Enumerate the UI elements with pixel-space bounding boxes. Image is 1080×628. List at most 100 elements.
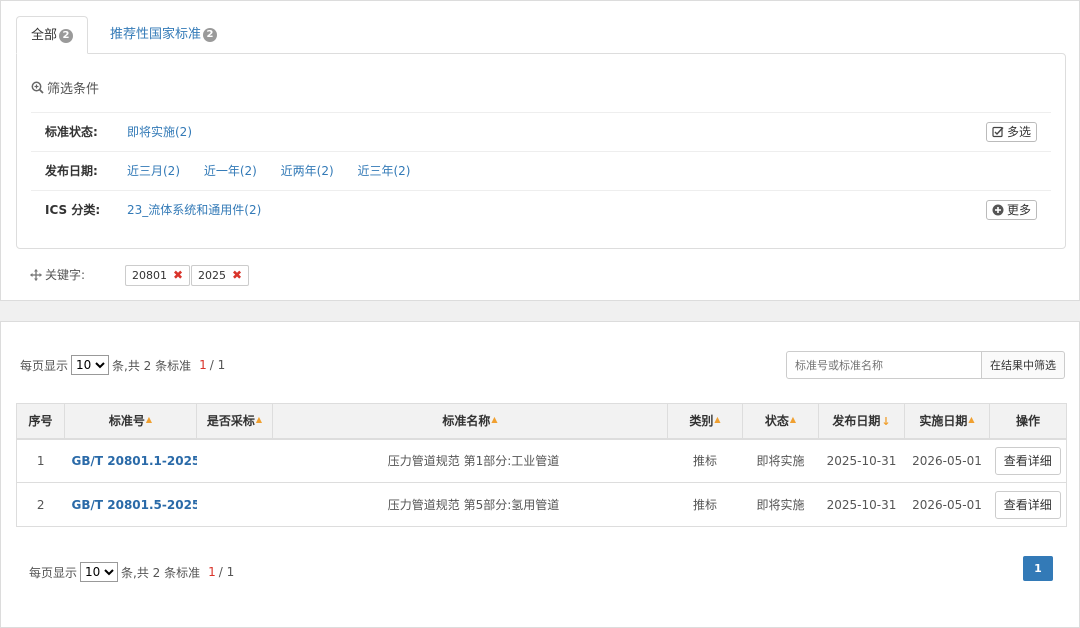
cell-publish-date: 2025-10-31 [818, 438, 905, 483]
filter-option-3-months[interactable]: 近三月(2) [127, 164, 180, 178]
cell-category: 推标 [667, 438, 743, 483]
sort-up-icon: ▲ [145, 415, 153, 425]
filter-options-status: 即将实施(2) [127, 113, 212, 151]
cell-action: 查看详细 [989, 482, 1067, 527]
filter-in-results-button[interactable]: 在结果中筛选 [982, 351, 1065, 379]
col-header-status[interactable]: 状态▲ [742, 403, 819, 440]
std-no-link[interactable]: GB/T 20801.1-2025 [72, 454, 197, 468]
per-page-label: 每页显示 [20, 358, 69, 373]
filter-label-publish-date: 发布日期: [45, 164, 98, 178]
pager-summary: 条,共 2 条标准 [121, 565, 201, 580]
keyword-tag-text: 20801 [132, 269, 167, 282]
col-header-label: 操作 [1015, 414, 1040, 429]
zoom-in-icon [31, 81, 44, 94]
col-header-implement-date[interactable]: 实施日期▲ [904, 403, 990, 440]
keyword-label: 关键字: [30, 266, 85, 283]
page-1-button[interactable]: 1 [1023, 556, 1053, 581]
filter-options-ics: 23_流体系统和通用件(2) [127, 191, 281, 229]
results-panel: 每页显示 10 条,共 2 条标准 1 / 1 在结果中筛选 序号 标准号▲ 是… [0, 321, 1080, 628]
col-header-category[interactable]: 类别▲ [667, 403, 743, 440]
view-detail-button[interactable]: 查看详细 [994, 446, 1061, 475]
pager-summary: 条,共 2 条标准 [112, 358, 192, 373]
tab-all-label: 全部 [31, 28, 58, 43]
sort-up-icon: ▲ [968, 415, 975, 425]
sort-up-icon: ▲ [255, 415, 263, 425]
sort-down-arrow-icon: ↓ [881, 415, 891, 429]
cell-category: 推标 [667, 482, 743, 527]
filter-option-2-years[interactable]: 近两年(2) [281, 164, 334, 178]
cell-std-no: GB/T 20801.5-2025 [64, 482, 197, 527]
tab-all-count-badge: 2 [59, 29, 74, 43]
filter-title-text: 筛选条件 [47, 82, 100, 97]
table-row: 2 GB/T 20801.5-2025 压力管道规范 第5部分:氢用管道 推标 … [16, 482, 1067, 527]
check-square-icon [992, 126, 1004, 138]
filter-option-ics-23[interactable]: 23_流体系统和通用件(2) [127, 203, 261, 217]
filter-option-upcoming[interactable]: 即将实施(2) [127, 125, 192, 139]
tab-recommended-national[interactable]: 推荐性国家标准 2 [96, 16, 231, 54]
per-page-select[interactable]: 10 [71, 355, 110, 375]
tab-recommended-label: 推荐性国家标准 [110, 27, 202, 42]
cell-index: 1 [16, 438, 65, 483]
std-no-link[interactable]: GB/T 20801.5-2025 [72, 498, 197, 512]
more-button[interactable]: 更多 [985, 200, 1037, 220]
current-page: 1 [208, 565, 216, 579]
filter-option-3-years[interactable]: 近三年(2) [357, 164, 410, 178]
col-header-publish-date[interactable]: 发布日期↓ [818, 403, 905, 440]
results-table: 序号 标准号▲ 是否采标▲ 标准名称▲ 类别▲ 状态▲ 发布日期↓ 实施日期▲ … [16, 403, 1067, 527]
cell-std-name: 压力管道规范 第1部分:工业管道 [272, 438, 668, 483]
keyword-tag: 20801 ✖ [125, 265, 191, 286]
table-header-row: 序号 标准号▲ 是否采标▲ 标准名称▲ 类别▲ 状态▲ 发布日期↓ 实施日期▲ … [16, 403, 1067, 440]
col-header-name[interactable]: 标准名称▲ [272, 403, 668, 440]
col-header-label: 实施日期 [919, 414, 968, 429]
cell-publish-date: 2025-10-31 [818, 482, 905, 527]
col-header-std-no[interactable]: 标准号▲ [64, 403, 197, 440]
filter-row-ics: ICS 分类: 23_流体系统和通用件(2) 更多 [31, 190, 1051, 229]
col-header-adopted[interactable]: 是否采标▲ [196, 403, 273, 440]
col-header-label: 标准名称 [442, 414, 491, 429]
filter-options-publish-date: 近三月(2) 近一年(2) 近两年(2) 近三年(2) [127, 152, 430, 190]
remove-tag-icon[interactable]: ✖ [173, 268, 183, 282]
multi-select-label: 多选 [1006, 125, 1031, 139]
cell-implement-date: 2026-05-01 [904, 482, 990, 527]
total-pages: / 1 [209, 358, 226, 372]
table-row: 1 GB/T 20801.1-2025 压力管道规范 第1部分:工业管道 推标 … [16, 438, 1067, 483]
cell-adopted [196, 482, 273, 527]
per-page-label: 每页显示 [29, 565, 78, 580]
per-page-select[interactable]: 10 [80, 562, 119, 582]
filter-row-publish-date: 发布日期: 近三月(2) 近一年(2) 近两年(2) 近三年(2) [31, 151, 1051, 190]
cell-std-name: 压力管道规范 第5部分:氢用管道 [272, 482, 668, 527]
cell-implement-date: 2026-05-01 [904, 438, 990, 483]
keyword-label-text: 关键字: [45, 268, 86, 282]
col-header-label: 类别 [689, 414, 714, 429]
filter-option-1-year[interactable]: 近一年(2) [204, 164, 257, 178]
cell-index: 2 [16, 482, 65, 527]
cell-status: 即将实施 [742, 438, 819, 483]
remove-tag-icon[interactable]: ✖ [232, 268, 242, 282]
col-header-action: 操作 [989, 403, 1067, 440]
tab-recommended-count-badge: 2 [203, 28, 218, 42]
cell-std-no: GB/T 20801.1-2025 [64, 438, 197, 483]
search-box: 在结果中筛选 [786, 351, 1065, 379]
col-header-label: 是否采标 [206, 414, 255, 429]
tab-all[interactable]: 全部 2 [16, 16, 89, 54]
tab-bar: 全部 2 推荐性国家标准 2 [16, 16, 1066, 54]
filter-panel: 全部 2 推荐性国家标准 2 筛选条件 标准状态: 即将实施(2) 多选 发布日… [0, 0, 1080, 301]
keyword-tag: 2025 ✖ [191, 265, 250, 286]
col-header-index: 序号 [16, 403, 65, 440]
col-header-label: 标准号 [108, 414, 145, 429]
multi-select-button[interactable]: 多选 [985, 122, 1037, 142]
filter-label-ics: ICS 分类: [45, 203, 101, 217]
top-pager: 每页显示 10 条,共 2 条标准 1 / 1 [20, 355, 225, 375]
filter-title: 筛选条件 [31, 78, 99, 97]
view-detail-button[interactable]: 查看详细 [994, 490, 1061, 519]
col-header-label: 状态 [764, 414, 789, 429]
filter-label-status: 标准状态: [45, 125, 98, 139]
cell-status: 即将实施 [742, 482, 819, 527]
col-header-label: 序号 [28, 414, 53, 429]
cell-action: 查看详细 [989, 438, 1067, 483]
search-input[interactable] [786, 351, 982, 379]
sort-up-icon: ▲ [491, 415, 498, 425]
filter-row-status: 标准状态: 即将实施(2) 多选 [31, 112, 1051, 151]
sort-up-icon: ▲ [714, 415, 721, 425]
move-arrows-icon [30, 268, 42, 281]
